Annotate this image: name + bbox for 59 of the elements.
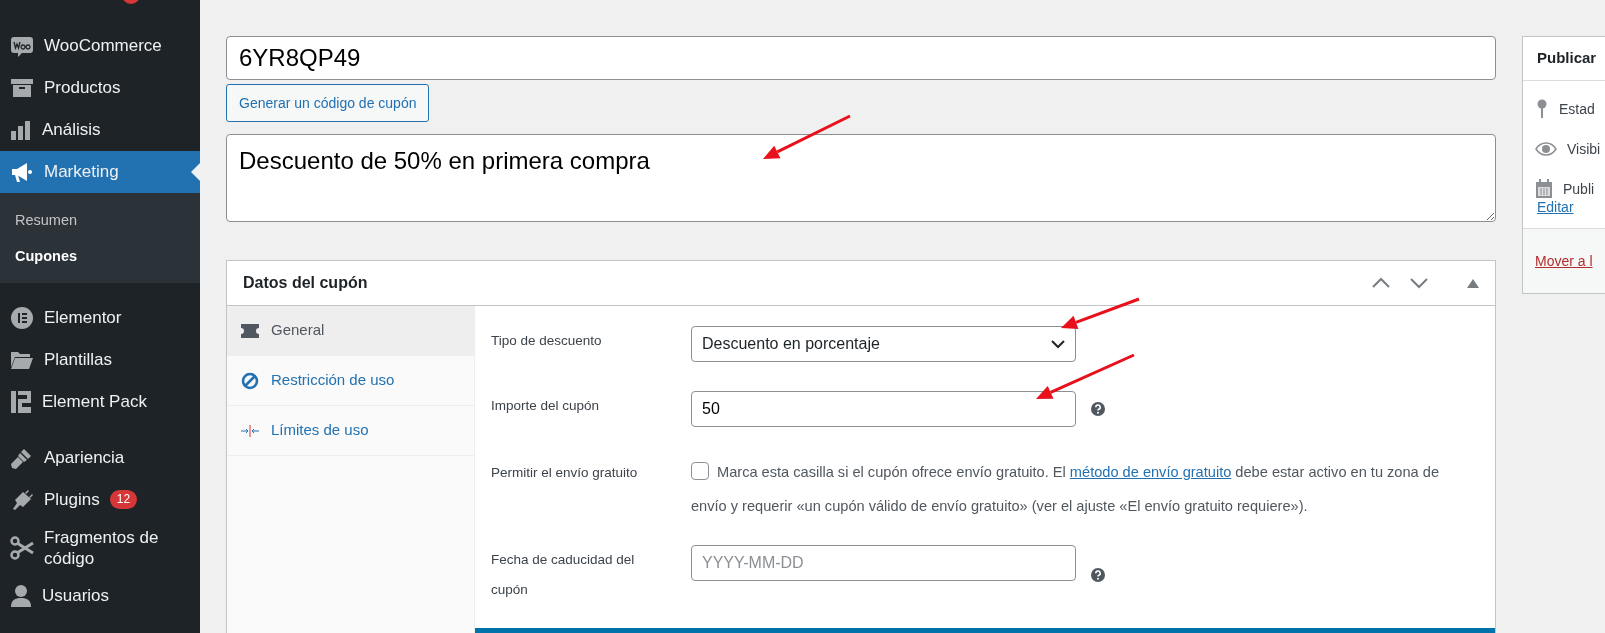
submenu-item[interactable]: Cupones <box>0 238 93 275</box>
menu-item[interactable]: Apariencia <box>0 436 200 479</box>
menu-item[interactable]: Elementor <box>0 296 200 339</box>
status-text: Publi <box>1563 179 1595 199</box>
circle-logo-icon <box>10 305 34 330</box>
field-label: Fecha de caducidad del cupón <box>491 551 636 599</box>
woo-logo-icon <box>10 34 34 58</box>
archive-box-icon <box>10 77 34 99</box>
checkbox-description: Marca esta casilla si el cupón ofrece envío gratuito. El método de envío gratuito debe estar activo en tu zona de envío y requerir «un cupón válido de envío gratuito» (ver el ajuste «El envío gratuito requiere»). <box>691 461 1440 516</box>
tab[interactable]: General <box>227 306 474 356</box>
description-field[interactable]: Descuento de 50% en primera compra <box>226 134 1496 222</box>
discount-type-select[interactable]: Descuento en porcentaje <box>691 326 1076 362</box>
help-icon[interactable] <box>1091 402 1105 416</box>
move-down-icon[interactable] <box>1409 277 1429 289</box>
megaphone-icon <box>10 160 34 184</box>
person-icon <box>10 584 32 608</box>
field-label: Importe del cupón <box>491 397 601 415</box>
ticket-icon <box>241 323 259 338</box>
menu-item[interactable]: Plugins 12 <box>0 478 200 521</box>
scissors-icon <box>10 535 34 560</box>
block-logo-icon <box>10 389 32 414</box>
shipping-method-link[interactable]: método de envío gratuito <box>1069 464 1232 480</box>
menu-item[interactable]: Fragmentos de código <box>0 520 200 575</box>
tab[interactable]: Restricción de uso <box>227 356 474 406</box>
menu-item[interactable]: Usuarios <box>0 575 200 617</box>
menu-item[interactable]: Element Pack <box>0 380 200 423</box>
move-up-icon[interactable] <box>1371 277 1391 289</box>
panel-title: Publicar <box>1523 37 1605 81</box>
checkbox[interactable] <box>691 462 709 480</box>
status-text: Visibi <box>1567 139 1601 159</box>
eye-icon <box>1535 142 1557 156</box>
count-badge: 12 <box>109 489 138 510</box>
chevron-down-icon <box>1051 339 1065 349</box>
field-label: Tipo de descuento <box>491 332 603 350</box>
menu-item[interactable]: WooCommerce <box>0 25 200 67</box>
help-icon[interactable] <box>1091 567 1105 582</box>
status-text: Estad <box>1559 99 1595 119</box>
arrows-inward-icon <box>241 424 259 437</box>
date-field[interactable]: YYYY-MM-DD <box>691 545 1076 582</box>
menu-item[interactable]: Plantillas <box>0 338 200 381</box>
calendar-icon <box>1535 179 1553 199</box>
prohibited-icon <box>241 371 259 390</box>
trash-link[interactable]: Mover a l <box>1535 253 1593 269</box>
coupon-code-field[interactable]: 6YR8QP49 <box>226 36 1496 80</box>
menu-item[interactable]: Productos <box>0 67 200 109</box>
folder-icon <box>10 349 34 370</box>
field-label: Permitir el envío gratuito <box>491 464 639 482</box>
plug-icon <box>10 487 34 512</box>
bar-chart-icon <box>10 119 32 141</box>
menu-item[interactable]: Análisis <box>0 109 200 151</box>
collapse-icon[interactable] <box>1467 278 1479 288</box>
amount-field[interactable]: 50 <box>691 391 1076 427</box>
panel-title: Datos del cupón <box>243 273 368 293</box>
edit-link[interactable]: Editar <box>1523 197 1588 218</box>
generate-code-button[interactable]: Generar un código de cupón <box>226 84 430 122</box>
pin-icon <box>1535 99 1549 119</box>
tab[interactable]: Límites de uso <box>227 406 474 456</box>
menu-item[interactable]: Marketing <box>0 151 200 193</box>
submenu-item[interactable]: Resumen <box>0 203 93 239</box>
